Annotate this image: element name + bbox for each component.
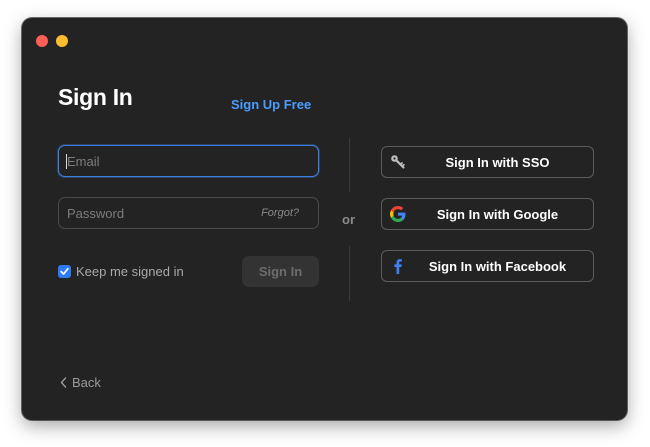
forgot-password-link[interactable]: Forgot? (261, 207, 299, 219)
sign-in-facebook-button[interactable]: Sign In with Facebook (381, 250, 594, 282)
keep-signed-in-checkbox[interactable] (58, 265, 71, 278)
close-window-button[interactable] (36, 35, 48, 47)
email-field-wrapper (58, 145, 319, 177)
password-field-wrapper: Forgot? (58, 197, 319, 229)
google-button-label: Sign In with Google (436, 207, 559, 222)
page-title: Sign In (58, 84, 133, 110)
checkmark-icon (60, 267, 69, 275)
sign-in-sso-button[interactable]: Sign In with SSO (381, 146, 594, 178)
minimize-window-button[interactable] (56, 35, 68, 47)
back-link[interactable]: Back (60, 375, 101, 390)
sign-in-button[interactable]: Sign In (242, 256, 319, 287)
keep-signed-in-label: Keep me signed in (76, 264, 184, 279)
facebook-button-label: Sign In with Facebook (428, 259, 567, 274)
sign-in-google-button[interactable]: Sign In with Google (381, 198, 594, 230)
sso-button-label: Sign In with SSO (445, 155, 550, 170)
text-cursor (66, 154, 67, 169)
chevron-left-icon (60, 377, 67, 388)
keep-signed-in-option[interactable]: Keep me signed in (58, 264, 184, 279)
back-label: Back (72, 375, 101, 390)
divider (349, 246, 350, 301)
divider (349, 138, 350, 192)
sign-up-link[interactable]: Sign Up Free (231, 97, 311, 112)
or-separator: or (342, 212, 355, 227)
sign-in-window: Sign In Sign Up Free Forgot? Keep me sig… (22, 18, 627, 420)
email-field[interactable] (59, 146, 318, 176)
